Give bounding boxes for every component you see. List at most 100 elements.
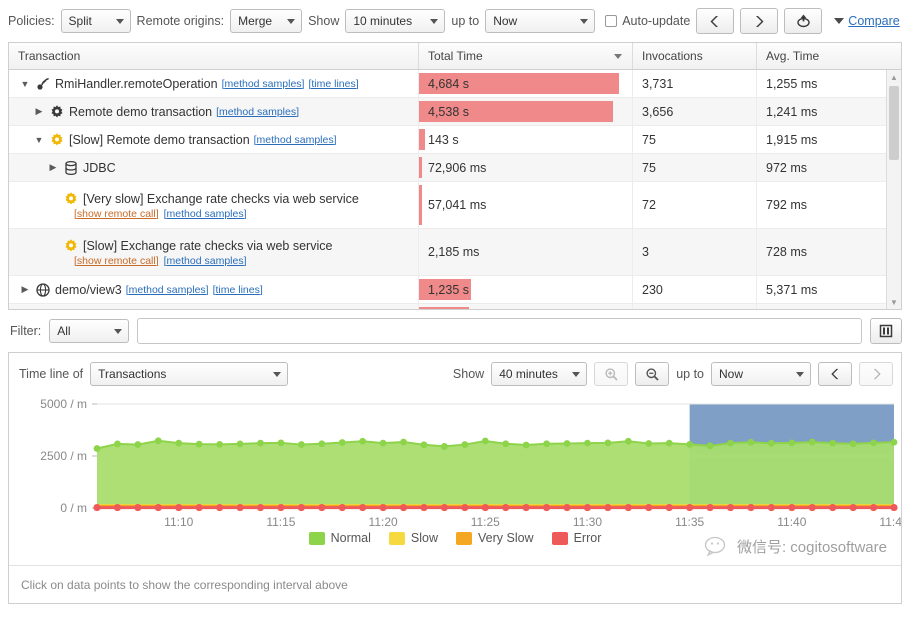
timeline-chart-svg[interactable]: 0 / m2500 / m5000 / m11:1011:1511:2011:2… bbox=[9, 396, 901, 526]
zoom-out-button[interactable] bbox=[635, 362, 669, 386]
data-point-error[interactable] bbox=[380, 504, 387, 511]
data-point-normal[interactable] bbox=[278, 439, 285, 446]
data-point-error[interactable] bbox=[686, 504, 693, 511]
data-point-normal[interactable] bbox=[94, 445, 101, 452]
data-point-normal[interactable] bbox=[666, 440, 673, 447]
data-point-error[interactable] bbox=[298, 504, 305, 511]
table-row[interactable]: [Slow] Exchange rate checks via web serv… bbox=[9, 229, 901, 276]
data-point-error[interactable] bbox=[339, 504, 346, 511]
data-point-error[interactable] bbox=[318, 504, 325, 511]
column-header-total-time[interactable]: Total Time bbox=[419, 43, 633, 69]
scrollbar-thumb[interactable] bbox=[889, 86, 899, 160]
data-point-normal[interactable] bbox=[114, 441, 121, 448]
data-point-error[interactable] bbox=[706, 504, 713, 511]
data-point-error[interactable] bbox=[502, 504, 509, 511]
data-point-normal[interactable] bbox=[829, 440, 836, 447]
data-point-error[interactable] bbox=[543, 504, 550, 511]
twisty-expanded-icon[interactable]: ▼ bbox=[19, 79, 31, 89]
data-point-error[interactable] bbox=[134, 504, 141, 511]
timeline-chart[interactable]: 0 / m2500 / m5000 / m11:1011:1511:2011:2… bbox=[9, 396, 901, 521]
columns-settings-button[interactable] bbox=[870, 318, 902, 344]
filter-input[interactable] bbox=[137, 318, 862, 344]
timeline-previous-button[interactable] bbox=[818, 362, 852, 386]
data-point-error[interactable] bbox=[625, 504, 632, 511]
data-point-error[interactable] bbox=[870, 504, 877, 511]
timeline-show-select[interactable]: 40 minutes bbox=[491, 362, 587, 386]
data-point-normal[interactable] bbox=[339, 439, 346, 446]
data-point-normal[interactable] bbox=[441, 443, 448, 450]
legend-item[interactable]: Slow bbox=[389, 531, 438, 545]
data-point-normal[interactable] bbox=[564, 440, 571, 447]
data-point-error[interactable] bbox=[236, 504, 243, 511]
show-range-select[interactable]: 10 minutes bbox=[345, 9, 445, 33]
data-point-error[interactable] bbox=[461, 504, 468, 511]
data-point-error[interactable] bbox=[482, 504, 489, 511]
data-point-error[interactable] bbox=[420, 504, 427, 511]
data-point-normal[interactable] bbox=[584, 440, 591, 447]
twisty-collapsed-icon[interactable]: ▶ bbox=[19, 284, 31, 295]
row-link[interactable]: [show remote call] bbox=[74, 208, 159, 220]
timeline-source-select[interactable]: Transactions bbox=[90, 362, 288, 386]
legend-item[interactable]: Very Slow bbox=[456, 531, 534, 545]
row-link[interactable]: [method samples] bbox=[222, 78, 305, 90]
scroll-down-icon[interactable]: ▼ bbox=[887, 295, 901, 309]
data-point-error[interactable] bbox=[666, 504, 673, 511]
data-point-error[interactable] bbox=[809, 504, 816, 511]
row-link[interactable]: [method samples] bbox=[164, 255, 247, 267]
compare-link[interactable]: Compare bbox=[848, 14, 899, 28]
data-point-error[interactable] bbox=[890, 504, 897, 511]
data-point-normal[interactable] bbox=[380, 440, 387, 447]
data-point-error[interactable] bbox=[359, 504, 366, 511]
data-point-error[interactable] bbox=[277, 504, 284, 511]
legend-item[interactable]: Normal bbox=[309, 531, 371, 545]
data-point-normal[interactable] bbox=[155, 437, 162, 444]
table-row[interactable]: ▶demo/view3[method samples][time lines]1… bbox=[9, 276, 901, 304]
data-point-normal[interactable] bbox=[298, 441, 305, 448]
row-link[interactable]: [method samples] bbox=[216, 106, 299, 118]
data-point-normal[interactable] bbox=[625, 438, 632, 445]
row-link[interactable]: [method samples] bbox=[126, 284, 209, 296]
data-point-normal[interactable] bbox=[543, 440, 550, 447]
data-point-error[interactable] bbox=[523, 504, 530, 511]
data-point-normal[interactable] bbox=[175, 440, 182, 447]
table-row[interactable]: ▼[Slow] Remote demo transaction[method s… bbox=[9, 126, 901, 154]
data-point-error[interactable] bbox=[788, 504, 795, 511]
table-row[interactable]: ▶demo/view5[method samples][time lines]1… bbox=[9, 304, 901, 310]
row-link[interactable]: [time lines] bbox=[308, 78, 358, 90]
policies-select[interactable]: Split bbox=[61, 9, 131, 33]
data-point-normal[interactable] bbox=[727, 440, 734, 447]
data-point-error[interactable] bbox=[257, 504, 264, 511]
data-point-error[interactable] bbox=[563, 504, 570, 511]
timeline-upto-select[interactable]: Now bbox=[711, 362, 811, 386]
data-point-error[interactable] bbox=[645, 504, 652, 511]
data-point-error[interactable] bbox=[829, 504, 836, 511]
data-point-error[interactable] bbox=[216, 504, 223, 511]
data-point-error[interactable] bbox=[747, 504, 754, 511]
data-point-normal[interactable] bbox=[461, 441, 468, 448]
data-point-normal[interactable] bbox=[482, 438, 489, 445]
next-interval-button[interactable] bbox=[740, 8, 778, 34]
column-header-transaction[interactable]: Transaction bbox=[9, 43, 419, 69]
twisty-expanded-icon[interactable]: ▼ bbox=[33, 135, 45, 145]
filter-type-select[interactable]: All bbox=[49, 319, 129, 343]
data-point-error[interactable] bbox=[727, 504, 734, 511]
data-point-normal[interactable] bbox=[850, 440, 857, 447]
data-point-normal[interactable] bbox=[196, 441, 203, 448]
compare-control[interactable]: Compare bbox=[834, 14, 899, 28]
export-button[interactable] bbox=[784, 8, 822, 34]
twisty-collapsed-icon[interactable]: ▶ bbox=[47, 162, 59, 173]
upto-select[interactable]: Now bbox=[485, 9, 595, 33]
data-point-normal[interactable] bbox=[809, 439, 816, 446]
data-point-normal[interactable] bbox=[523, 442, 530, 449]
row-link[interactable]: [method samples] bbox=[164, 208, 247, 220]
data-point-normal[interactable] bbox=[645, 440, 652, 447]
twisty-collapsed-icon[interactable]: ▶ bbox=[33, 106, 45, 117]
table-vertical-scrollbar[interactable]: ▲ ▼ bbox=[886, 70, 901, 309]
data-point-normal[interactable] bbox=[686, 441, 693, 448]
data-point-normal[interactable] bbox=[707, 442, 714, 449]
column-header-avg-time[interactable]: Avg. Time bbox=[757, 43, 899, 69]
row-link[interactable]: [method samples] bbox=[254, 134, 337, 146]
data-point-error[interactable] bbox=[584, 504, 591, 511]
data-point-error[interactable] bbox=[114, 504, 121, 511]
data-point-normal[interactable] bbox=[359, 438, 366, 445]
